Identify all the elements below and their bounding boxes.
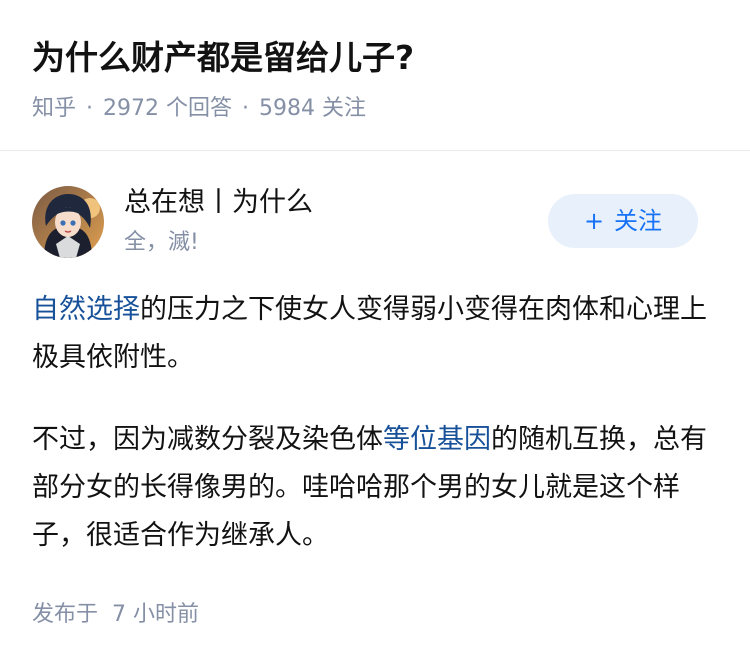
author-bio: 全，滅!: [124, 230, 199, 255]
question-meta: 知乎 · 2972 个回答 · 5984 关注: [32, 92, 366, 126]
answers-label[interactable]: 个回答: [166, 96, 232, 121]
avatar[interactable]: [32, 186, 104, 258]
publish-time-value: 7 小时前: [112, 602, 200, 627]
publish-time[interactable]: 发布于 7 小时前: [32, 598, 199, 632]
followers-count: 5984: [259, 96, 316, 121]
follow-label: 关注: [614, 207, 663, 235]
follow-button[interactable]: + 关注: [548, 194, 698, 248]
link-allele[interactable]: 等位基因: [383, 424, 491, 455]
plus-icon: +: [583, 207, 605, 235]
divider: [0, 150, 750, 151]
followers-label[interactable]: 关注: [322, 96, 366, 121]
publish-label: 发布于: [32, 602, 99, 627]
answer-paragraph: 不过，因为减数分裂及染色体等位基因的随机互换，总有部分女的长得像男的。哇哈哈那个…: [32, 416, 722, 560]
source-label[interactable]: 知乎: [32, 96, 76, 121]
meta-separator: ·: [86, 96, 94, 121]
answer-paragraph: 自然选择的压力之下使女人变得弱小变得在肉体和心理上极具依附性。: [32, 286, 722, 382]
meta-separator: ·: [242, 96, 250, 121]
answer-content: 自然选择的压力之下使女人变得弱小变得在肉体和心理上极具依附性。 不过，因为减数分…: [32, 286, 722, 594]
anime-avatar-icon: [32, 186, 104, 258]
answer-text: 不过，因为减数分裂及染色体: [32, 424, 383, 455]
author-name[interactable]: 总在想丨为什么: [124, 184, 313, 222]
question-title[interactable]: 为什么财产都是留给儿子?: [32, 36, 414, 80]
link-natural-selection[interactable]: 自然选择: [32, 294, 140, 325]
answers-count: 2972: [103, 96, 160, 121]
